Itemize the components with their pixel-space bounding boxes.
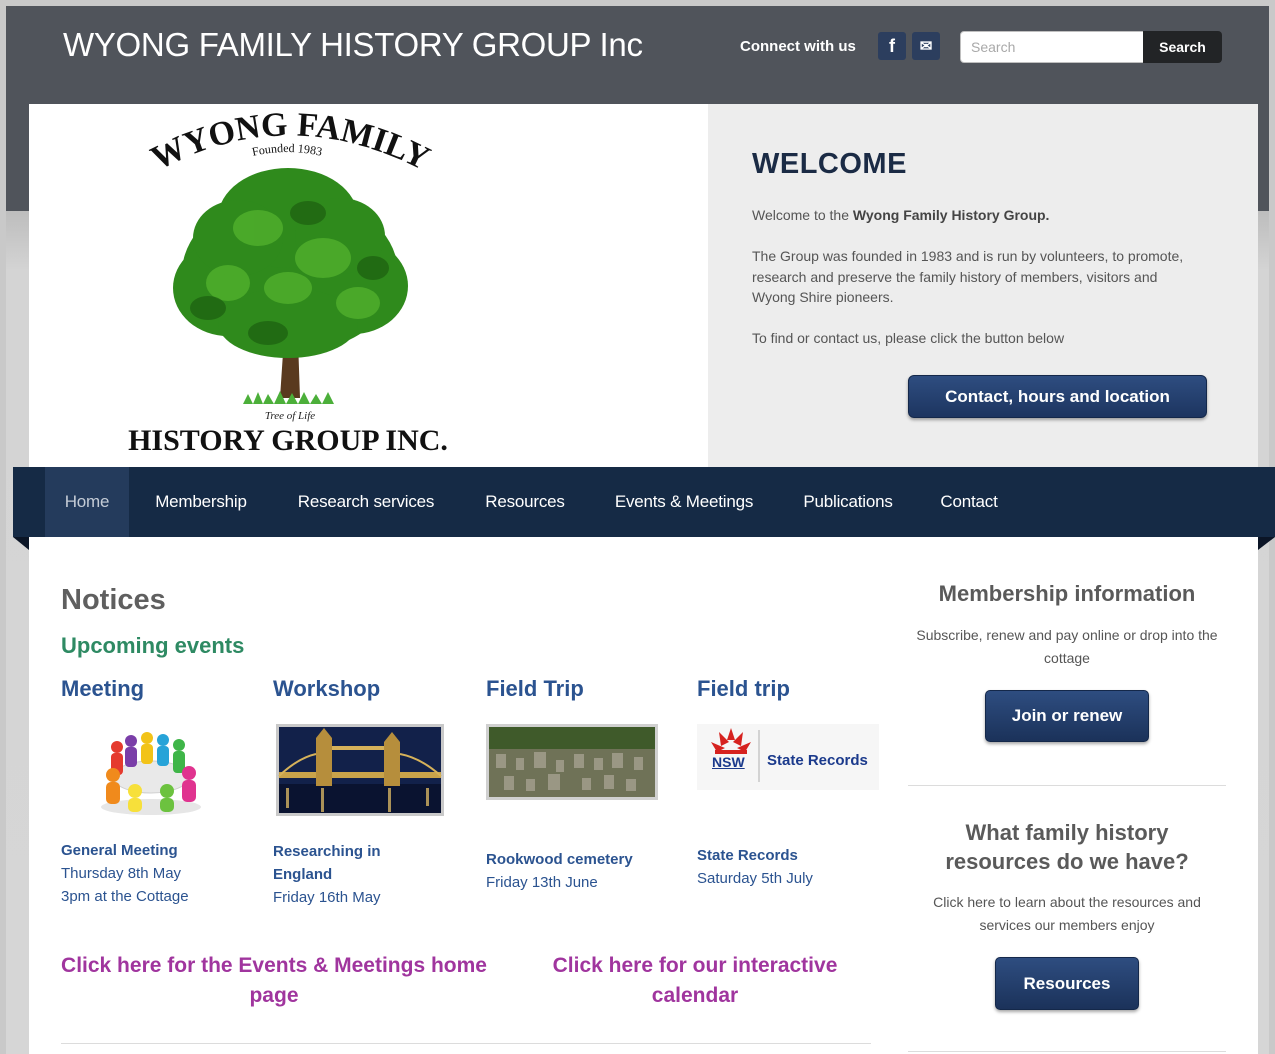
event-heading-field-trip[interactable]: Field Trip [486,676,584,702]
sidebar-divider [908,785,1226,786]
site-title[interactable]: WYONG FAMILY HISTORY GROUP Inc [63,26,643,64]
nav-item-resources[interactable]: Resources [470,467,580,537]
nav-item-contact[interactable]: Contact [926,467,1012,537]
site-logo[interactable]: WYONG FAMILY Founded 1983 Tree of Life H… [108,108,467,458]
events-meetings-link[interactable]: Click here for the Events & Meetings hom… [60,951,488,1011]
nav-item-publications[interactable]: Publications [788,467,908,537]
welcome-contact-text: To find or contact us, please click the … [752,330,1065,346]
state-records-text: State Records [767,752,868,769]
event-date: Friday 16th May [273,889,381,906]
nav-fold-left [13,537,29,550]
event-date: Thursday 8th May [61,865,182,882]
upcoming-events-heading: Upcoming events [61,633,245,658]
search-input[interactable] [960,31,1144,63]
membership-info-title: Membership information [938,581,1196,606]
field-trip-image[interactable] [486,724,658,800]
email-icon[interactable]: ✉ [912,32,940,60]
welcome-paragraph: The Group was founded in 1983 and is run… [752,248,1184,305]
resources-title: What family history resources do we have… [945,820,1189,874]
membership-info-text: Subscribe, renew and pay online or drop … [916,627,1218,666]
event-title-general-meeting[interactable]: General Meeting [61,839,178,862]
welcome-title: WELCOME [752,148,907,180]
search-button[interactable]: Search [1143,31,1222,63]
facebook-icon[interactable]: f [878,32,906,60]
connect-label: Connect with us [740,38,856,55]
notices-divider [61,1043,871,1044]
nav-fold-right [1258,537,1275,550]
welcome-intro: Welcome to the Wyong Family History Grou… [752,207,1050,223]
event-title-state-records[interactable]: State Records [697,844,798,867]
event-title-researching[interactable]: Researching in England [273,840,413,886]
nsw-text: NSW [712,754,745,770]
contact-button[interactable]: Contact, hours and location [908,375,1207,418]
event-date: Friday 13th June [486,874,598,891]
event-heading-field-trip-2[interactable]: Field trip [697,676,790,702]
interactive-calendar-link[interactable]: Click here for our interactive calendar [520,951,870,1011]
nav-item-research-services[interactable]: Research services [280,467,452,537]
event-time: 3pm at the Cottage [61,888,189,905]
resources-button[interactable]: Resources [995,957,1139,1010]
logo-bottom-text: HISTORY GROUP INC. [128,424,448,457]
event-title-rookwood[interactable]: Rookwood cemetery [486,848,633,871]
meeting-image[interactable] [95,725,207,817]
nav-item-home[interactable]: Home [45,467,129,537]
sidebar-divider [908,1051,1226,1052]
nav-item-membership[interactable]: Membership [139,467,263,537]
nav-item-events-meetings[interactable]: Events & Meetings [598,467,770,537]
event-date: Saturday 5th July [697,870,813,887]
notices-title: Notices [61,584,166,616]
workshop-image[interactable] [276,724,444,816]
event-heading-workshop[interactable]: Workshop [273,676,380,702]
event-heading-meeting[interactable]: Meeting [61,676,144,702]
logo-caption: Tree of Life [265,410,315,422]
resources-text: Click here to learn about the resources … [933,894,1201,933]
state-records-logo[interactable]: NSW State Records [697,724,879,790]
join-or-renew-button[interactable]: Join or renew [985,690,1149,742]
logo-founded-text: Founded 1983 [251,141,324,159]
